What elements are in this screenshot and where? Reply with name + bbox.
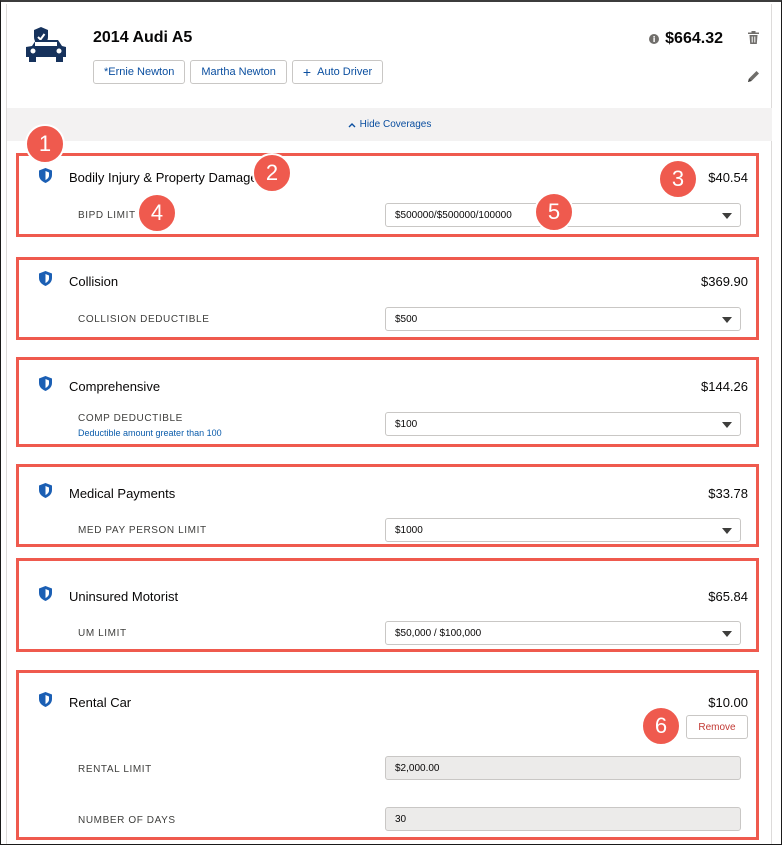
callout-5: 5 [534, 192, 574, 232]
coverage-bodily-injury: Bodily Injury & Property Damage $40.54 B… [16, 153, 759, 237]
field-label: RENTAL LIMIT [78, 764, 152, 775]
info-icon[interactable]: i [649, 34, 660, 44]
coverage-price: $10.00 [708, 695, 748, 710]
add-auto-driver-button[interactable]: + Auto Driver [291, 60, 384, 84]
coverage-name: Comprehensive [69, 379, 161, 394]
select-value: $500000/$500000/100000 [395, 209, 512, 221]
coverage-name: Rental Car [69, 695, 132, 710]
field-help-text: Deductible amount greater than 100 [78, 428, 222, 438]
select-value: $500 [395, 313, 418, 325]
field-value: $2,000.00 [395, 762, 440, 774]
caret-down-icon [722, 528, 732, 534]
shield-icon [39, 376, 52, 391]
shield-icon [39, 168, 52, 183]
coverage-name: Bodily Injury & Property Damage [69, 170, 258, 185]
shield-icon [39, 692, 52, 707]
callout-4: 4 [137, 193, 177, 233]
plus-icon: + [302, 64, 312, 80]
field-label: COLLISION DEDUCTIBLE [78, 314, 210, 325]
coverage-price: $65.84 [708, 589, 748, 604]
callout-3: 3 [658, 159, 698, 199]
pencil-icon[interactable] [747, 70, 760, 83]
caret-down-icon [722, 213, 732, 219]
field-label: NUMBER OF DAYS [78, 815, 176, 826]
collision-deductible-select[interactable]: $500 [385, 307, 741, 331]
driver-pill-ernie[interactable]: *Ernie Newton [93, 60, 186, 84]
hide-coverages-label: Hide Coverages [359, 119, 432, 130]
callout-6: 6 [641, 706, 681, 746]
coverage-collision: Collision $369.90 COLLISION DEDUCTIBLE $… [16, 257, 759, 340]
caret-down-icon [722, 422, 732, 428]
coverage-uninsured-motorist: Uninsured Motorist $65.84 UM LIMIT $50,0… [16, 558, 759, 652]
hide-coverages-toggle[interactable]: Hide Coverages [7, 108, 772, 141]
caret-down-icon [722, 631, 732, 637]
add-auto-driver-label: Auto Driver [317, 66, 373, 78]
driver-list: *Ernie Newton Martha Newton + Auto Drive… [93, 60, 384, 84]
car-shield-icon [26, 27, 66, 62]
shield-icon [39, 271, 52, 286]
comp-deductible-select[interactable]: $100 [385, 412, 741, 436]
coverage-price: $40.54 [708, 170, 748, 185]
vehicle-title: 2014 Audi A5 [93, 29, 193, 46]
field-value: 30 [395, 813, 407, 825]
coverage-name: Medical Payments [69, 486, 176, 501]
field-label: COMP DEDUCTIBLE [78, 413, 183, 424]
coverage-price: $144.26 [701, 379, 748, 394]
coverage-name: Uninsured Motorist [69, 589, 179, 604]
select-value: $1000 [395, 524, 423, 536]
field-label: UM LIMIT [78, 628, 127, 639]
remove-coverage-button[interactable]: Remove [686, 715, 748, 739]
driver-pill-martha[interactable]: Martha Newton [190, 60, 287, 84]
med-pay-limit-select[interactable]: $1000 [385, 518, 741, 542]
coverage-name: Collision [69, 274, 119, 289]
field-label: MED PAY PERSON LIMIT [78, 525, 207, 536]
shield-icon [39, 586, 52, 601]
field-label: BIPD LIMIT [78, 210, 136, 221]
shield-icon [39, 483, 52, 498]
coverage-rental-car: Rental Car $10.00 Remove RENTAL LIMIT $2… [16, 670, 759, 840]
coverage-price: $369.90 [701, 274, 748, 289]
chevron-up-icon [348, 122, 356, 128]
coverage-price: $33.78 [708, 486, 748, 501]
trash-icon[interactable] [748, 31, 759, 44]
caret-down-icon [722, 317, 732, 323]
select-value: $100 [395, 418, 418, 430]
number-of-days-field: 30 [385, 807, 741, 831]
vehicle-premium-amount: $664.32 [665, 30, 723, 47]
vehicle-premium: i $664.32 [649, 30, 723, 48]
coverage-comprehensive: Comprehensive $144.26 COMP DEDUCTIBLE De… [16, 357, 759, 447]
coverage-medical-payments: Medical Payments $33.78 MED PAY PERSON L… [16, 464, 759, 547]
um-limit-select[interactable]: $50,000 / $100,000 [385, 621, 741, 645]
callout-2: 2 [252, 153, 292, 193]
rental-limit-field: $2,000.00 [385, 756, 741, 780]
callout-1: 1 [25, 124, 65, 164]
select-value: $50,000 / $100,000 [395, 627, 482, 639]
